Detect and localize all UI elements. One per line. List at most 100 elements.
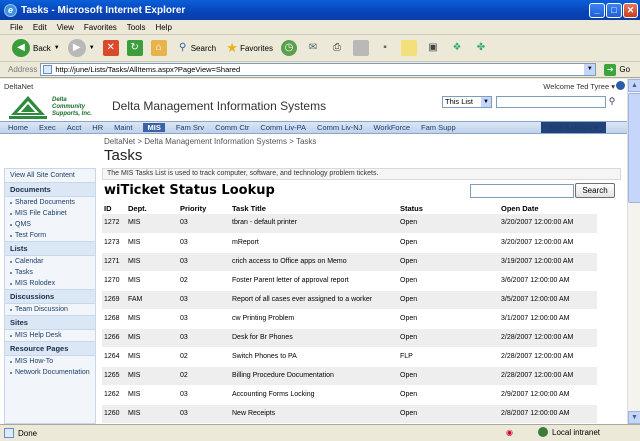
go-button[interactable]: ➔ Go bbox=[604, 63, 630, 76]
scroll-down-icon[interactable]: ▼ bbox=[628, 411, 640, 424]
quicklaunch-item[interactable]: Tasks bbox=[5, 267, 95, 278]
quicklaunch-item[interactable]: MIS File Cabinet bbox=[5, 208, 95, 219]
quicklaunch-heading[interactable]: Discussions bbox=[5, 289, 95, 304]
edit-icon[interactable] bbox=[352, 40, 369, 56]
site-actions-button[interactable]: Site Actions ▾ bbox=[541, 122, 606, 133]
site-title[interactable]: Delta Management Information Systems bbox=[112, 99, 326, 113]
users-icon[interactable]: ✤ bbox=[473, 40, 489, 56]
messenger-icon[interactable]: ▣ bbox=[425, 40, 441, 56]
table-row[interactable]: 1260 MIS 03 New Receipts Open 2/8/2007 12:00:… bbox=[102, 404, 597, 424]
refresh-icon[interactable]: ↻ bbox=[126, 40, 143, 56]
print-icon[interactable]: ⎙ bbox=[329, 40, 345, 56]
menu-help[interactable]: Help bbox=[155, 23, 171, 32]
quicklaunch-heading[interactable]: Lists bbox=[5, 241, 95, 256]
col-dept[interactable]: Dept. bbox=[126, 203, 178, 214]
view-all-content-link[interactable]: View All Site Content bbox=[5, 169, 95, 182]
cell-task-title[interactable]: mReport bbox=[230, 233, 398, 253]
table-row[interactable]: 1266 MIS 03 Desk for Br Phones Open 2/28/2007… bbox=[102, 328, 597, 348]
breadcrumb[interactable]: DeltaNet > Delta Management Information … bbox=[104, 137, 316, 146]
chevron-down-icon[interactable]: ▼ bbox=[584, 64, 596, 75]
table-row[interactable]: 1271 MIS 03 crich access to Office apps on … bbox=[102, 252, 597, 272]
home-icon[interactable]: ⌂ bbox=[150, 40, 167, 56]
quicklaunch-heading[interactable]: Resource Pages bbox=[5, 341, 95, 356]
nav-comm-liv-pa[interactable]: Comm Liv-PA bbox=[260, 123, 306, 132]
quicklaunch-item[interactable]: MIS Rolodex bbox=[5, 278, 95, 289]
col-id[interactable]: ID bbox=[102, 203, 126, 214]
ticket-search-input[interactable] bbox=[470, 184, 574, 198]
quicklaunch-item[interactable]: Calendar bbox=[5, 256, 95, 267]
menu-tools[interactable]: Tools bbox=[127, 23, 146, 32]
quicklaunch-item[interactable]: MIS How-To bbox=[5, 356, 95, 367]
cell-task-title[interactable]: cw Printing Problem bbox=[230, 309, 398, 329]
table-row[interactable]: 1268 MIS 03 cw Printing Problem Open 3/1/2007… bbox=[102, 309, 597, 329]
nav-mis[interactable]: MIS bbox=[143, 123, 165, 132]
site-search-input[interactable] bbox=[496, 96, 606, 108]
vertical-scrollbar[interactable]: ▲ ▼ bbox=[627, 79, 640, 424]
back-button[interactable]: ◀ Back ▼ bbox=[12, 39, 60, 57]
menu-view[interactable]: View bbox=[57, 23, 74, 32]
menu-favorites[interactable]: Favorites bbox=[84, 23, 117, 32]
help-icon[interactable] bbox=[616, 81, 625, 90]
table-row[interactable]: 1273 MIS 03 mReport Open 3/20/2007 12:00:00 A… bbox=[102, 233, 597, 253]
nav-maint[interactable]: Maint bbox=[114, 123, 132, 132]
cell-task-title[interactable]: Accounting Forms Locking bbox=[230, 385, 398, 405]
welcome-menu[interactable]: Welcome Ted Tyree ▾ bbox=[543, 82, 615, 91]
quicklaunch-item[interactable]: Network Documentation bbox=[5, 367, 95, 378]
search-button[interactable]: ⚲ Search bbox=[175, 40, 216, 56]
search-scope-select[interactable]: This List ▼ bbox=[442, 96, 492, 108]
scroll-up-icon[interactable]: ▲ bbox=[628, 79, 640, 92]
mail-icon[interactable]: ✉ bbox=[305, 40, 321, 56]
table-row[interactable]: 1265 MIS 02 Billing Procedure Documentation… bbox=[102, 366, 597, 386]
table-row[interactable]: 1264 MIS 02 Switch Phones to PA FLP 2/28/2007… bbox=[102, 347, 597, 367]
chevron-down-icon[interactable]: ▼ bbox=[89, 45, 95, 51]
quicklaunch-item[interactable]: Shared Documents bbox=[5, 197, 95, 208]
col-open-date[interactable]: Open Date bbox=[499, 203, 597, 214]
cell-task-title[interactable]: New Receipts bbox=[230, 404, 398, 424]
chevron-down-icon[interactable]: ▼ bbox=[54, 45, 60, 51]
research-icon[interactable]: ❖ bbox=[449, 40, 465, 56]
cell-task-title[interactable]: crich access to Office apps on Memo bbox=[230, 252, 398, 272]
cell-task-title[interactable]: Desk for Br Phones bbox=[230, 328, 398, 348]
table-row[interactable]: 1270 MIS 02 Foster Parent letter of approva… bbox=[102, 271, 597, 291]
nav-fam-supp[interactable]: Fam Supp bbox=[421, 123, 456, 132]
menu-edit[interactable]: Edit bbox=[33, 23, 47, 32]
quicklaunch-heading[interactable]: Documents bbox=[5, 182, 95, 197]
nav-comm-liv-nj[interactable]: Comm Liv-NJ bbox=[317, 123, 362, 132]
col-task-title[interactable]: Task Title bbox=[230, 203, 398, 214]
ticket-search-button[interactable]: Search bbox=[575, 183, 615, 198]
address-input[interactable]: http://june/Lists/Tasks/AllItems.aspx?Pa… bbox=[40, 63, 597, 76]
menu-file[interactable]: File bbox=[10, 23, 23, 32]
cell-task-title[interactable]: Switch Phones to PA bbox=[230, 347, 398, 367]
table-row[interactable]: 1272 MIS 03 tbran - default printer Open 3/20… bbox=[102, 214, 597, 234]
cell-task-title[interactable]: Foster Parent letter of approval report bbox=[230, 271, 398, 291]
search-icon[interactable]: ⚲ bbox=[606, 96, 618, 108]
nav-acct[interactable]: Acct bbox=[67, 123, 82, 132]
maximize-button[interactable]: □ bbox=[606, 3, 622, 18]
site-name[interactable]: DeltaNet bbox=[4, 82, 33, 91]
col-priority[interactable]: Priority bbox=[178, 203, 230, 214]
quicklaunch-item[interactable]: QMS bbox=[5, 219, 95, 230]
notes-icon[interactable] bbox=[400, 40, 417, 56]
nav-hr[interactable]: HR bbox=[92, 123, 103, 132]
table-row[interactable]: 1262 MIS 03 Accounting Forms Locking Open 2/9… bbox=[102, 385, 597, 405]
nav-comm-ctr[interactable]: Comm Ctr bbox=[215, 123, 249, 132]
quicklaunch-item[interactable]: MIS Help Desk bbox=[5, 330, 95, 341]
nav-workforce[interactable]: WorkForce bbox=[373, 123, 410, 132]
table-row[interactable]: 1269 FAM 03 Report of all cases ever assign… bbox=[102, 290, 597, 310]
nav-fam-srv[interactable]: Fam Srv bbox=[176, 123, 204, 132]
cell-task-title[interactable]: Report of all cases ever assigned to a w… bbox=[230, 290, 398, 310]
close-button[interactable]: ✕ bbox=[623, 3, 638, 18]
favorites-button[interactable]: ★ Favorites bbox=[224, 40, 273, 56]
scrollbar-thumb[interactable] bbox=[628, 93, 640, 203]
discuss-icon[interactable]: ▪ bbox=[377, 40, 393, 56]
history-icon[interactable]: ◷ bbox=[280, 40, 297, 56]
cell-task-title[interactable]: Billing Procedure Documentation bbox=[230, 366, 398, 386]
nav-home[interactable]: Home bbox=[8, 123, 28, 132]
quicklaunch-heading[interactable]: Sites bbox=[5, 315, 95, 330]
stop-icon[interactable]: ✕ bbox=[102, 40, 119, 56]
quicklaunch-item[interactable]: Team Discussion bbox=[5, 304, 95, 315]
minimize-button[interactable]: _ bbox=[589, 3, 605, 18]
col-status[interactable]: Status bbox=[398, 203, 499, 214]
quicklaunch-item[interactable]: Test Form bbox=[5, 230, 95, 241]
nav-exec[interactable]: Exec bbox=[39, 123, 56, 132]
